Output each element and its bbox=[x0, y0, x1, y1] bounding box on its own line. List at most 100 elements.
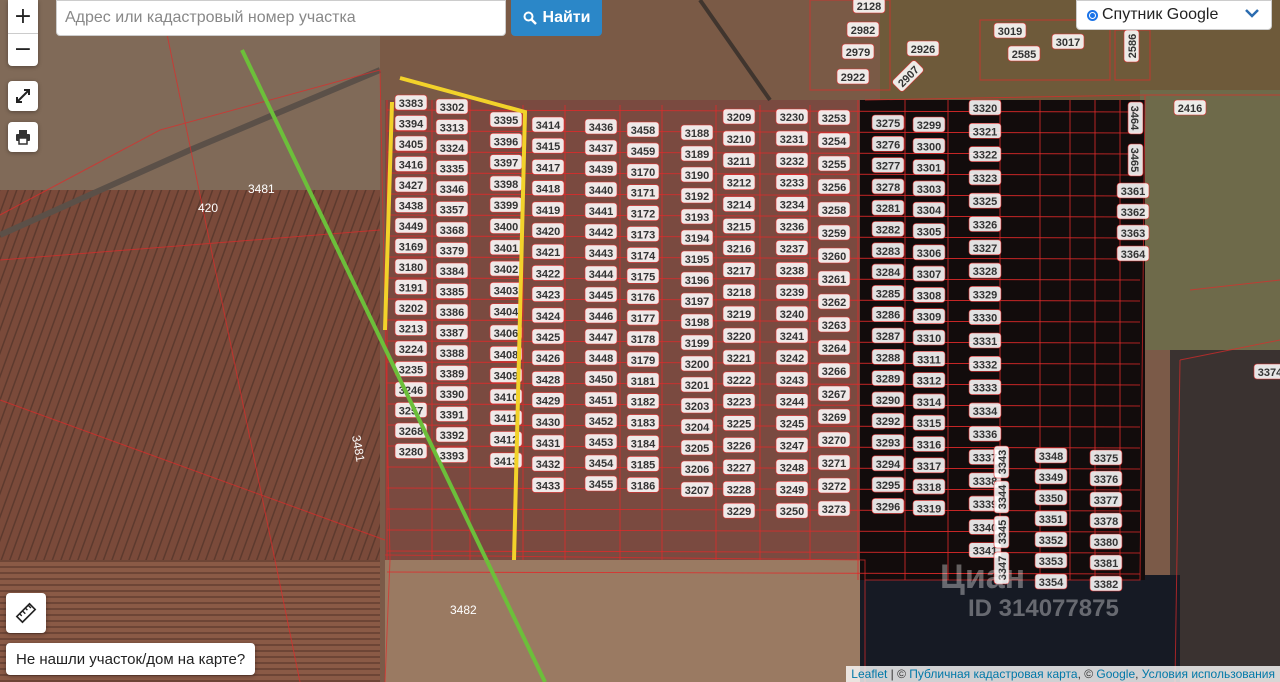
plot-label[interactable]: 3325 bbox=[968, 192, 1002, 209]
plot-label[interactable]: 3176 bbox=[626, 288, 660, 305]
plot-label[interactable]: 3395 bbox=[489, 111, 523, 128]
plot-label[interactable]: 3364 bbox=[1116, 245, 1150, 262]
plot-label[interactable]: 3344 bbox=[993, 480, 1010, 514]
plot-label[interactable]: 3169 bbox=[394, 238, 428, 254]
plot-label[interactable]: 3439 bbox=[584, 160, 618, 177]
plot-label[interactable]: 3244 bbox=[775, 393, 809, 410]
plot-label[interactable]: 3194 bbox=[680, 229, 714, 246]
plot-label[interactable]: 3207 bbox=[680, 481, 714, 498]
plot-label[interactable]: 3382 bbox=[1089, 575, 1123, 592]
plot-label[interactable]: 3374 bbox=[1253, 363, 1280, 380]
plot-label[interactable]: 3225 bbox=[722, 415, 756, 431]
plot-label[interactable]: 3390 bbox=[435, 385, 469, 402]
plot-label[interactable]: 3323 bbox=[968, 169, 1002, 186]
plot-label[interactable]: 3186 bbox=[626, 476, 660, 493]
plot-label[interactable]: 3238 bbox=[775, 261, 809, 278]
plot-label[interactable]: 3452 bbox=[584, 412, 618, 429]
plot-label[interactable]: 3205 bbox=[680, 439, 714, 456]
plot-label[interactable]: 3418 bbox=[531, 180, 565, 196]
plot-label[interactable]: 3173 bbox=[626, 226, 660, 242]
plot-label[interactable]: 3193 bbox=[680, 208, 714, 225]
plot-label[interactable]: 3345 bbox=[993, 515, 1010, 549]
plot-label[interactable]: 3376 bbox=[1089, 470, 1123, 487]
plot-label[interactable]: 3320 bbox=[968, 99, 1002, 116]
plot-label[interactable]: 3423 bbox=[531, 286, 565, 302]
plot-label[interactable]: 3455 bbox=[584, 475, 618, 492]
plot-label[interactable]: 3017 bbox=[1051, 33, 1085, 50]
plot-label[interactable]: 3231 bbox=[775, 130, 809, 147]
plot-label[interactable]: 3210 bbox=[722, 130, 756, 147]
plot-label[interactable]: 3275 bbox=[871, 114, 905, 131]
plot-label[interactable]: 3331 bbox=[968, 332, 1002, 349]
plot-label[interactable]: 3427 bbox=[394, 176, 428, 193]
plot-label[interactable]: 3307 bbox=[912, 265, 946, 282]
plot-label[interactable]: 2416 bbox=[1173, 99, 1207, 116]
plot-label[interactable]: 3422 bbox=[531, 265, 565, 281]
plot-label[interactable]: 2922 bbox=[836, 68, 870, 85]
plot-label[interactable]: 3213 bbox=[394, 320, 428, 336]
plot-label[interactable]: 3454 bbox=[584, 454, 618, 471]
plot-label[interactable]: 3195 bbox=[680, 250, 714, 267]
plot-label[interactable]: 3250 bbox=[775, 502, 809, 519]
plot-label[interactable]: 3327 bbox=[968, 239, 1002, 256]
plot-label[interactable]: 3270 bbox=[817, 431, 851, 448]
plot-label[interactable]: 3219 bbox=[722, 305, 756, 322]
plot-label[interactable]: 3311 bbox=[912, 350, 946, 367]
plot-label[interactable]: 3343 bbox=[993, 445, 1010, 479]
plot-label[interactable]: 3188 bbox=[680, 124, 714, 141]
plot-label[interactable]: 3324 bbox=[435, 139, 469, 156]
plot-label[interactable]: 3255 bbox=[817, 155, 851, 172]
plot-label[interactable]: 3286 bbox=[871, 306, 905, 323]
plot-label[interactable]: 3234 bbox=[775, 196, 809, 212]
plot-label[interactable]: 3392 bbox=[435, 426, 469, 443]
plot-label[interactable]: 3200 bbox=[680, 355, 714, 372]
plot-label[interactable]: 3349 bbox=[1034, 468, 1068, 485]
plot-label[interactable]: 3465 bbox=[1127, 143, 1144, 177]
plot-label[interactable]: 3304 bbox=[912, 201, 946, 218]
plot-label[interactable]: 3289 bbox=[871, 370, 905, 386]
plot-label[interactable]: 3263 bbox=[817, 316, 851, 333]
plot-label[interactable]: 3288 bbox=[871, 348, 905, 365]
plot-label[interactable]: 3197 bbox=[680, 292, 714, 309]
plot-label[interactable]: 3450 bbox=[584, 370, 618, 387]
plot-label[interactable]: 3287 bbox=[871, 327, 905, 344]
plot-label[interactable]: 3185 bbox=[626, 456, 660, 472]
plot-label[interactable]: 3226 bbox=[722, 437, 756, 453]
plot-label[interactable]: 3420 bbox=[531, 222, 565, 239]
plot-label[interactable]: 3256 bbox=[817, 178, 851, 195]
plot-label[interactable]: 3321 bbox=[968, 123, 1002, 139]
plot-label[interactable]: 3350 bbox=[1034, 489, 1068, 506]
plot-label[interactable]: 2926 bbox=[906, 40, 940, 57]
plot-label[interactable]: 3424 bbox=[531, 307, 565, 324]
plot-label[interactable]: 3177 bbox=[626, 309, 660, 326]
plot-label[interactable]: 3174 bbox=[626, 247, 660, 263]
plot-label[interactable]: 3224 bbox=[394, 340, 428, 357]
plot-label[interactable]: 3310 bbox=[912, 329, 946, 346]
plot-label[interactable]: 3222 bbox=[722, 371, 756, 388]
plot-label[interactable]: 3215 bbox=[722, 218, 756, 234]
plot-label[interactable]: 3429 bbox=[531, 392, 565, 408]
plot-label[interactable]: 3221 bbox=[722, 349, 756, 366]
plot-label[interactable]: 3192 bbox=[680, 187, 714, 204]
plot-label[interactable]: 2586 bbox=[1123, 29, 1140, 63]
plot-label[interactable]: 3438 bbox=[394, 197, 428, 213]
print-button[interactable] bbox=[8, 122, 38, 152]
plot-label[interactable]: 3354 bbox=[1034, 573, 1068, 590]
plot-label[interactable]: 3296 bbox=[871, 498, 905, 514]
plot-label[interactable]: 3353 bbox=[1034, 552, 1068, 569]
plot-label[interactable]: 3220 bbox=[722, 327, 756, 344]
plot-label[interactable]: 3190 bbox=[680, 166, 714, 183]
plot-label[interactable]: 3293 bbox=[871, 434, 905, 450]
plot-label[interactable]: 3273 bbox=[817, 500, 851, 517]
plot-label[interactable]: 3400 bbox=[489, 218, 523, 234]
plot-label[interactable]: 3415 bbox=[531, 137, 565, 154]
plot-label[interactable]: 3405 bbox=[394, 135, 428, 152]
plot-label[interactable]: 3394 bbox=[394, 115, 428, 131]
plot-label[interactable]: 3319 bbox=[912, 500, 946, 516]
plot-label[interactable]: 3416 bbox=[394, 156, 428, 172]
plot-label[interactable]: 3430 bbox=[531, 413, 565, 430]
plot-label[interactable]: 3249 bbox=[775, 480, 809, 497]
plot-label[interactable]: 3368 bbox=[435, 221, 469, 238]
plot-label[interactable]: 3264 bbox=[817, 339, 851, 356]
plot-label[interactable]: 3172 bbox=[626, 205, 660, 221]
